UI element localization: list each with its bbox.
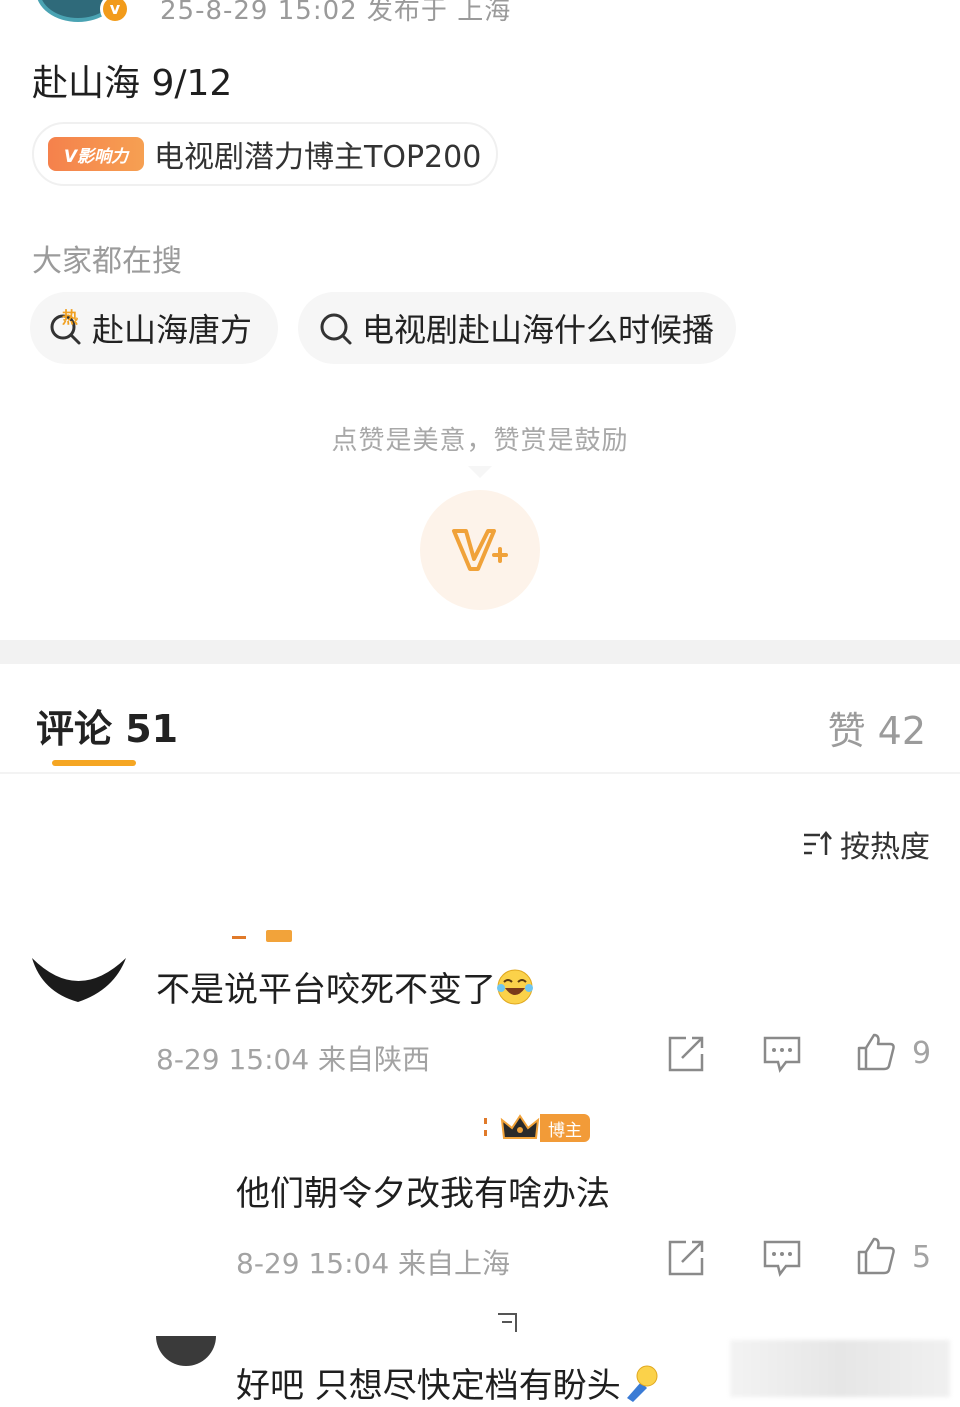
reply-icon[interactable] [762,1034,802,1074]
tab-active-indicator [52,760,136,766]
badge-mark [482,1116,490,1140]
sort-icon [804,831,832,855]
tab-divider [0,772,960,774]
comment-text: 不是说平台咬死不变了 [156,962,534,1011]
reward-button[interactable] [420,490,540,610]
reply-text: 好吧 只想尽快定档有盼头 [236,1358,661,1407]
section-divider [0,640,960,664]
search-icon [318,310,354,346]
post-title: 赴山海 9/12 [32,63,233,104]
sort-button[interactable]: 按热度 [802,822,930,866]
influence-pill[interactable]: V影响力 电视剧潜力博主TOP200 [32,122,498,186]
hot-search-icon: 热 [48,308,84,346]
like-icon[interactable] [856,1236,896,1276]
search-suggestion-label: 赴山海唐方 [92,311,253,349]
tab-comments[interactable]: 评论 51 [36,698,178,753]
reply-text: 他们朝令夕改我有啥办法 [236,1174,610,1214]
commenter-avatar[interactable] [156,1336,216,1366]
user-badge [494,1310,524,1336]
like-count: 5 [912,1240,932,1275]
hot-mark: 热 [62,308,79,327]
tab-likes[interactable]: 赞 42 [828,700,926,755]
pray-emoji [626,1365,658,1402]
search-suggestion-2[interactable]: 电视剧赴山海什么时候播 [298,292,736,364]
reward-prompt: 点赞是美意，赞赏是鼓励 [331,426,629,456]
sort-label: 按热度 [840,830,930,865]
reward-v-plus-icon [452,529,508,571]
share-icon[interactable] [666,1238,706,1278]
reward-caret-icon [468,466,492,478]
laughing-crying-emoji [497,969,533,1004]
blurred-watermark [730,1340,950,1397]
comment-meta: 8-29 15:04 来自陕西 [156,1043,431,1076]
influence-text: 电视剧潜力博主TOP200 [154,140,482,175]
search-heading: 大家都在搜 [32,244,182,279]
user-badge [230,928,294,944]
reply-meta: 8-29 15:04 来自上海 [236,1247,511,1280]
like-count: 9 [912,1036,932,1071]
search-suggestion-label: 电视剧赴山海什么时候播 [362,311,715,349]
commenter-avatar[interactable] [30,940,128,1010]
blogger-badge: 博主 [500,1112,590,1144]
post-meta: 25-8-29 15:02 发布于 上海 [160,0,512,26]
verified-badge: v [100,0,130,24]
like-icon[interactable] [856,1032,896,1072]
reply-icon[interactable] [762,1238,802,1278]
blogger-tag: 博主 [540,1114,590,1142]
share-icon[interactable] [666,1034,706,1074]
crown-icon [500,1114,540,1139]
search-suggestion-1[interactable]: 热 赴山海唐方 [30,292,278,364]
influence-tag: V影响力 [48,137,144,171]
